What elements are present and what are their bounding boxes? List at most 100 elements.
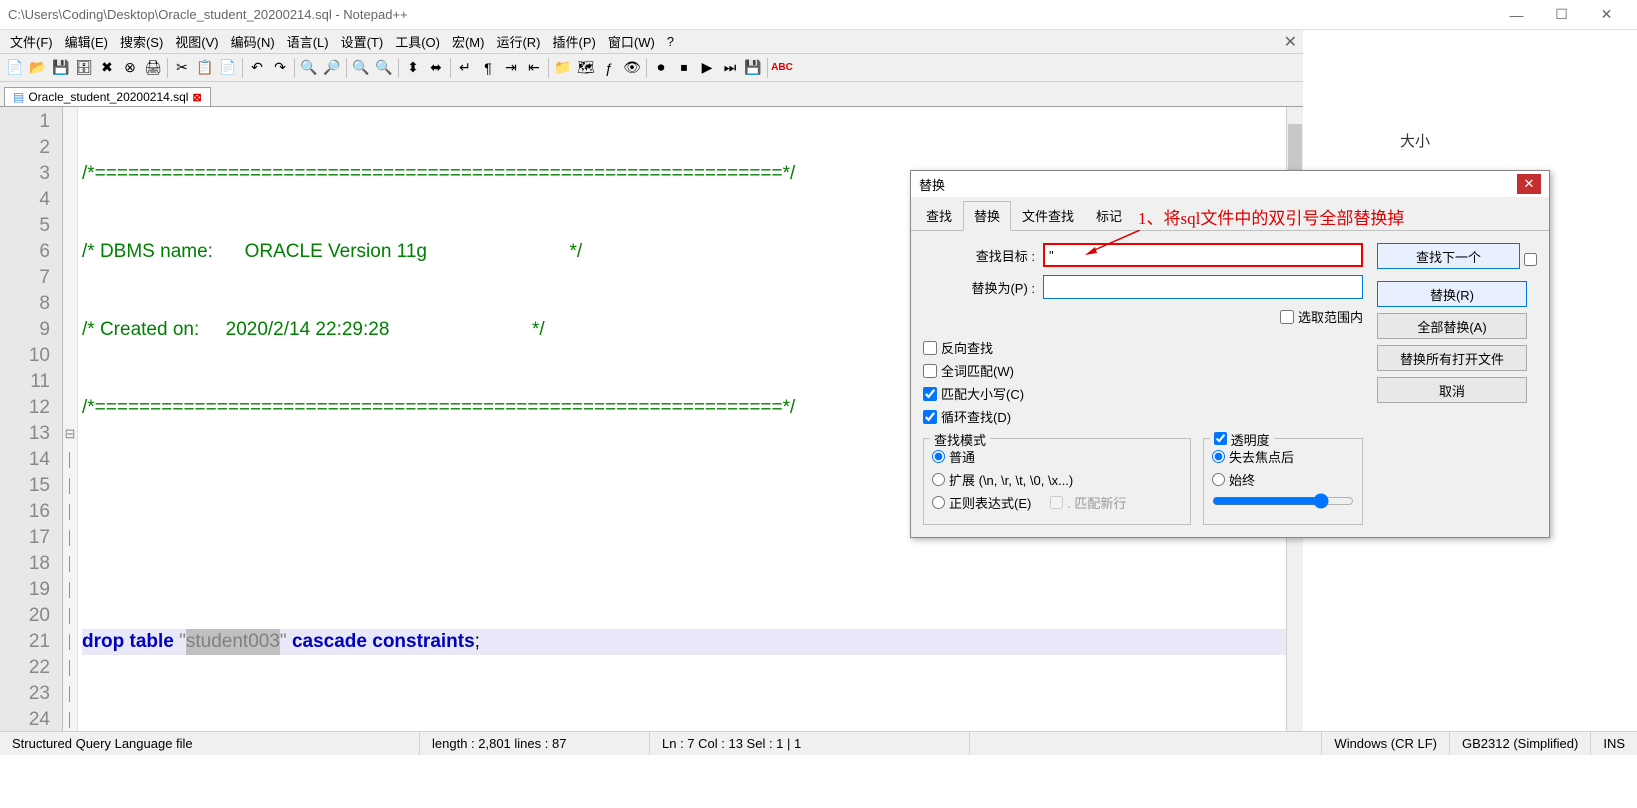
doc-map-icon[interactable]: 🗺 — [575, 57, 597, 79]
zoom-in-icon[interactable]: 🔍 — [350, 57, 372, 79]
menu-view[interactable]: 视图(V) — [169, 30, 224, 53]
undo-icon[interactable]: ↶ — [246, 57, 268, 79]
find-next-extra-checkbox[interactable] — [1524, 253, 1537, 266]
dialog-close-button[interactable]: ✕ — [1517, 174, 1541, 194]
side-label: 大小 — [1400, 130, 1430, 151]
menu-close-icon[interactable]: ✕ — [1284, 32, 1297, 52]
menu-bar: 文件(F) 编辑(E) 搜索(S) 视图(V) 编码(N) 语言(L) 设置(T… — [0, 30, 1303, 54]
maximize-button[interactable]: ☐ — [1539, 1, 1584, 29]
menu-tools[interactable]: 工具(O) — [389, 30, 446, 53]
outdent-icon[interactable]: ⇤ — [523, 57, 545, 79]
dot-newline-checkbox — [1050, 496, 1063, 509]
close-button[interactable]: ✕ — [1584, 1, 1629, 29]
line-number: 2 — [0, 135, 50, 161]
menu-search[interactable]: 搜索(S) — [114, 30, 169, 53]
replace-all-button[interactable]: 全部替换(A) — [1377, 313, 1527, 339]
zoom-out-icon[interactable]: 🔍 — [373, 57, 395, 79]
save-all-icon[interactable]: 🗄 — [73, 57, 95, 79]
file-tab[interactable]: ▤ Oracle_student_20200214.sql ⊠ — [4, 87, 211, 106]
redo-icon[interactable]: ↷ — [269, 57, 291, 79]
line-number: 13 — [0, 421, 50, 447]
paste-icon[interactable]: 📄 — [217, 57, 239, 79]
replace-input[interactable] — [1043, 275, 1363, 299]
minimize-button[interactable]: — — [1494, 1, 1539, 29]
close-file-icon[interactable]: ✖ — [96, 57, 118, 79]
menu-plugins[interactable]: 插件(P) — [547, 30, 602, 53]
line-number: 8 — [0, 291, 50, 317]
save-icon[interactable]: 💾 — [50, 57, 72, 79]
status-language: Structured Query Language file — [0, 732, 420, 755]
trans-always-radio[interactable] — [1212, 473, 1225, 486]
wrap-icon[interactable]: ↵ — [454, 57, 476, 79]
mode-extended-radio[interactable] — [932, 473, 945, 486]
show-all-icon[interactable]: ¶ — [477, 57, 499, 79]
line-number: 15 — [0, 473, 50, 499]
line-number: 18 — [0, 551, 50, 577]
record-icon[interactable]: ⏺ — [650, 57, 672, 79]
play-multi-icon[interactable]: ⏭ — [719, 57, 741, 79]
backward-checkbox[interactable] — [923, 341, 937, 355]
monitor-icon[interactable]: 👁 — [621, 57, 643, 79]
trans-onlose-radio[interactable] — [1212, 450, 1225, 463]
menu-file[interactable]: 文件(F) — [4, 30, 59, 53]
cancel-button[interactable]: 取消 — [1377, 377, 1527, 403]
tab-replace[interactable]: 替换 — [963, 201, 1011, 231]
cut-icon[interactable]: ✂ — [171, 57, 193, 79]
new-file-icon[interactable]: 📄 — [4, 57, 26, 79]
wrap-checkbox[interactable] — [923, 410, 937, 424]
menu-run[interactable]: 运行(R) — [490, 30, 546, 53]
in-selection-label: 选取范围内 — [1298, 307, 1363, 326]
line-number: 5 — [0, 213, 50, 239]
file-icon: ▤ — [13, 90, 24, 104]
folder-icon[interactable]: 📁 — [552, 57, 574, 79]
match-case-checkbox[interactable] — [923, 387, 937, 401]
replace-icon[interactable]: 🔎 — [321, 57, 343, 79]
trans-always-label: 始终 — [1229, 470, 1255, 489]
mode-regex-radio[interactable] — [932, 496, 945, 509]
find-next-button[interactable]: 查找下一个 — [1377, 243, 1520, 269]
fold-icon[interactable]: ⊟ — [63, 421, 77, 447]
sync-h-icon[interactable]: ⬌ — [425, 57, 447, 79]
menu-encoding[interactable]: 编码(N) — [225, 30, 281, 53]
copy-icon[interactable]: 📋 — [194, 57, 216, 79]
spell-icon[interactable]: ABC — [771, 57, 793, 79]
tab-find[interactable]: 查找 — [915, 201, 963, 230]
dialog-title: 替换 — [919, 175, 945, 194]
line-number: 12 — [0, 395, 50, 421]
menu-edit[interactable]: 编辑(E) — [59, 30, 114, 53]
tab-find-in-files[interactable]: 文件查找 — [1011, 201, 1085, 230]
play-icon[interactable]: ▶ — [696, 57, 718, 79]
sync-v-icon[interactable]: ⬍ — [402, 57, 424, 79]
trans-onlose-label: 失去焦点后 — [1229, 447, 1294, 466]
transparency-slider[interactable] — [1212, 493, 1354, 509]
tab-close-icon[interactable]: ⊠ — [192, 91, 201, 104]
replace-button[interactable]: 替换(R) — [1377, 281, 1527, 307]
whole-word-label: 全词匹配(W) — [941, 361, 1014, 380]
separator — [294, 58, 295, 78]
indent-icon[interactable]: ⇥ — [500, 57, 522, 79]
status-spacer — [970, 732, 1322, 755]
in-selection-checkbox[interactable] — [1280, 310, 1294, 324]
line-number: 7 — [0, 265, 50, 291]
dialog-title-bar[interactable]: 替换 ✕ — [911, 171, 1549, 197]
menu-settings[interactable]: 设置(T) — [335, 30, 390, 53]
separator — [167, 58, 168, 78]
save-macro-icon[interactable]: 💾 — [742, 57, 764, 79]
close-all-icon[interactable]: ⊗ — [119, 57, 141, 79]
replace-all-open-button[interactable]: 替换所有打开文件 — [1377, 345, 1527, 371]
func-list-icon[interactable]: ƒ — [598, 57, 620, 79]
mode-normal-radio[interactable] — [932, 450, 945, 463]
find-icon[interactable]: 🔍 — [298, 57, 320, 79]
menu-window[interactable]: 窗口(W) — [602, 30, 661, 53]
stop-icon[interactable]: ⏹ — [673, 57, 695, 79]
whole-word-checkbox[interactable] — [923, 364, 937, 378]
line-number: 21 — [0, 629, 50, 655]
open-file-icon[interactable]: 📂 — [27, 57, 49, 79]
title-bar: C:\Users\Coding\Desktop\Oracle_student_2… — [0, 0, 1637, 30]
print-icon[interactable]: 🖨 — [142, 57, 164, 79]
menu-help[interactable]: ? — [661, 32, 680, 51]
menu-language[interactable]: 语言(L) — [281, 30, 335, 53]
tab-mark[interactable]: 标记 — [1085, 201, 1133, 230]
menu-macro[interactable]: 宏(M) — [446, 30, 491, 53]
transparency-checkbox[interactable] — [1214, 432, 1227, 445]
